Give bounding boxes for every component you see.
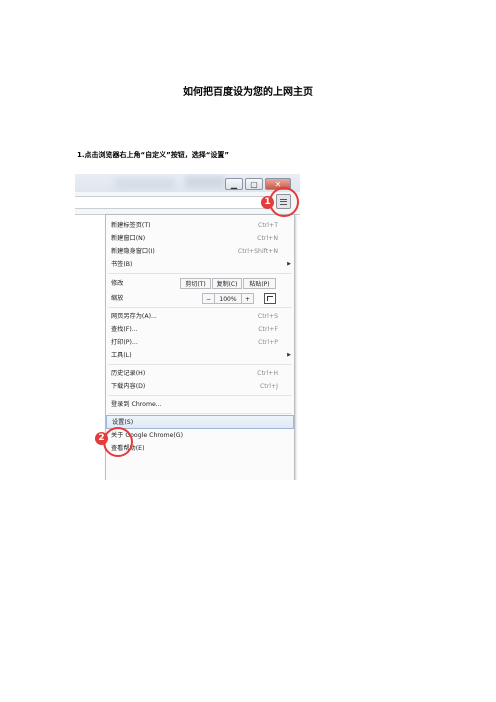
step-instruction: 1.点击浏览器右上角“自定义”按钮，选择“设置” <box>77 151 229 159</box>
menu-separator <box>108 273 292 274</box>
copy-button[interactable]: 复制(C) <box>212 278 242 289</box>
menu-item-print[interactable]: 打印(P)... Ctrl+P <box>106 336 294 349</box>
menu-item-edit: 修改 剪切(T) 复制(C) 粘贴(P) <box>106 277 294 290</box>
menu-label: 登录到 Chrome... <box>111 401 162 408</box>
document-title: 如何把百度设为您的上网主页 <box>183 87 313 98</box>
menu-shortcut: Ctrl+Shift+N <box>237 248 278 255</box>
menu-item-about[interactable]: 关于 Google Chrome(G) <box>106 429 294 442</box>
menu-label: 查找(F)... <box>111 326 138 333</box>
menu-label: 网页另存为(A)... <box>111 313 157 320</box>
menu-separator <box>108 395 292 396</box>
minimize-button[interactable]: ▁ <box>225 178 243 190</box>
submenu-arrow-icon: ▶ <box>287 352 291 358</box>
menu-item-new-tab[interactable]: 新建标签页(T) Ctrl+T <box>106 219 294 232</box>
menu-shortcut: Ctrl+N <box>257 235 278 242</box>
zoom-out-button[interactable]: − <box>202 293 215 304</box>
blurred-tab <box>115 178 175 190</box>
menu-label: 新建隐身窗口(I) <box>111 248 155 255</box>
menu-item-save-as[interactable]: 网页另存为(A)... Ctrl+S <box>106 310 294 323</box>
menu-item-signin[interactable]: 登录到 Chrome... <box>106 398 294 411</box>
submenu-arrow-icon: ▶ <box>287 261 291 267</box>
menu-label: 新建窗口(N) <box>111 235 146 242</box>
menu-item-new-incognito[interactable]: 新建隐身窗口(I) Ctrl+Shift+N <box>106 245 294 258</box>
menu-separator <box>108 364 292 365</box>
step-badge: 2 <box>95 432 108 445</box>
menu-shortcut: Ctrl+T <box>258 222 278 229</box>
blurred-tab <box>185 176 225 188</box>
maximize-button[interactable]: ▢ <box>245 178 263 190</box>
menu-shortcut: Ctrl+F <box>258 326 278 333</box>
menu-label: 书签(B) <box>111 261 133 268</box>
menu-item-history[interactable]: 历史记录(H) Ctrl+H <box>106 367 294 380</box>
zoom-level: 100% <box>215 293 241 304</box>
menu-separator <box>108 413 292 414</box>
title-bar: ▁ ▢ ✕ <box>75 174 300 192</box>
menu-label: 工具(L) <box>111 352 132 359</box>
menu-item-find[interactable]: 查找(F)... Ctrl+F <box>106 323 294 336</box>
fullscreen-icon[interactable] <box>264 293 276 304</box>
menu-item-new-window[interactable]: 新建窗口(N) Ctrl+N <box>106 232 294 245</box>
paste-button[interactable]: 粘贴(P) <box>243 278 276 289</box>
browser-screenshot: ▁ ▢ ✕ 新建标签页(T) Ctrl+T 新建窗口(N) Ctrl+N 新建隐… <box>75 174 300 480</box>
menu-item-help[interactable]: 查看帮助(E) <box>106 442 294 455</box>
cut-button[interactable]: 剪切(T) <box>180 278 211 289</box>
menu-shortcut: Ctrl+S <box>257 313 278 320</box>
highlight-circle <box>103 427 133 457</box>
step-badge: 1 <box>261 196 274 209</box>
menu-item-downloads[interactable]: 下载内容(D) Ctrl+J <box>106 380 294 393</box>
menu-separator <box>108 307 292 308</box>
menu-label: 打印(P)... <box>111 339 138 346</box>
menu-label: 修改 <box>111 280 124 287</box>
menu-item-zoom: 缩放 − 100% + <box>106 292 294 305</box>
menu-shortcut: Ctrl+P <box>258 339 278 346</box>
chrome-menu: 新建标签页(T) Ctrl+T 新建窗口(N) Ctrl+N 新建隐身窗口(I)… <box>105 214 295 480</box>
menu-item-bookmarks[interactable]: 书签(B) ▶ <box>106 258 294 271</box>
menu-label: 缩放 <box>111 295 124 302</box>
menu-shortcut: Ctrl+H <box>257 370 278 377</box>
menu-shortcut: Ctrl+J <box>259 383 278 390</box>
menu-label: 历史记录(H) <box>111 370 146 377</box>
zoom-in-button[interactable]: + <box>241 293 254 304</box>
menu-item-tools[interactable]: 工具(L) ▶ <box>106 349 294 362</box>
menu-label: 新建标签页(T) <box>111 222 151 229</box>
menu-label: 下载内容(D) <box>111 383 146 390</box>
address-bar[interactable] <box>75 196 270 209</box>
menu-item-settings[interactable]: 设置(S) <box>106 415 294 429</box>
